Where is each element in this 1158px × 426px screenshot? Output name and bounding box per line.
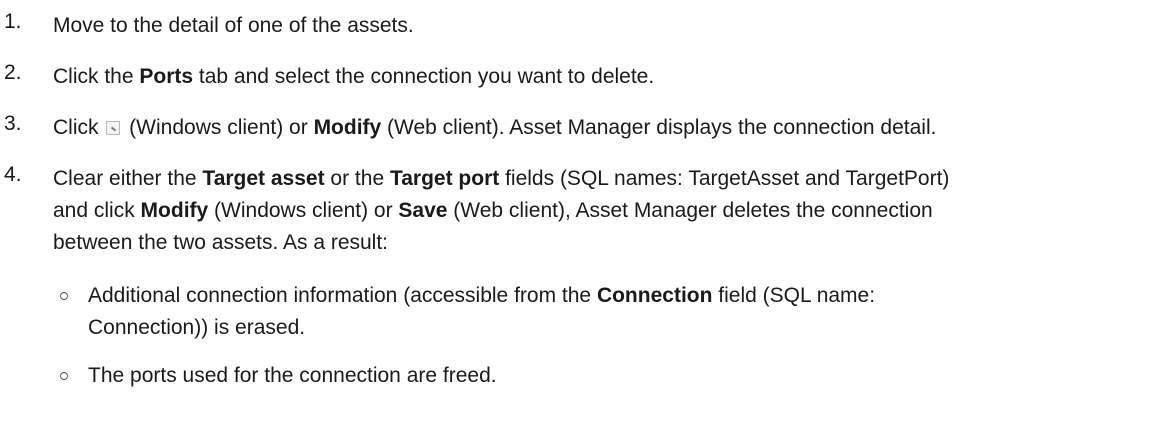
text-segment: (Windows client) or [208,199,399,222]
save-term: Save [398,199,448,222]
text-segment: fields (SQL names: TargetAsset and Targe… [499,167,950,190]
bullet-circle-icon [60,292,68,300]
step-text: Clear either the Target asset or the Tar… [53,163,1153,259]
step-number: 3. [4,112,22,135]
text-segment: and click [53,199,141,222]
text-segment: or the [324,167,390,190]
text-segment: Click [53,116,105,139]
target-asset-term: Target asset [202,167,325,190]
modify-icon [106,121,121,135]
text-segment: Additional connection information (acces… [88,284,597,307]
text-segment: (Web client). Asset Manager displays the… [381,116,937,139]
step-text: Click (Windows client) or Modify (Web cl… [53,112,1153,144]
text-segment: field (SQL name: [712,284,876,307]
modify-term: Modify [140,199,209,222]
step-number: 1. [4,10,22,33]
text-segment: tab and select the connection you want t… [193,65,655,88]
modify-term: Modify [313,116,382,139]
text-segment: Click the [53,65,140,88]
text-segment: between the two assets. As a result: [53,231,389,254]
text-segment: Connection)) is erased. [88,316,306,339]
ports-tab-term: Ports [139,65,194,88]
sub-item-text: Additional connection information (acces… [88,280,1158,344]
text-segment: Clear either the [53,167,203,190]
step-text: Click the Ports tab and select the conne… [53,61,1153,93]
step-1-text: Move to the detail of one of the assets. [53,14,414,37]
text-segment: (Windows client) or [123,116,314,139]
step-text: Move to the detail of one of the assets. [53,10,1153,42]
step-number: 4. [4,163,22,186]
text-segment: (Web client), Asset Manager deletes the … [447,199,933,222]
connection-term: Connection [596,284,713,307]
target-port-term: Target port [389,167,500,190]
bullet-circle-icon [60,372,68,380]
text-segment: The ports used for the connection are fr… [88,364,497,387]
step-number: 2. [4,61,22,84]
sub-item-text: The ports used for the connection are fr… [88,360,1158,392]
